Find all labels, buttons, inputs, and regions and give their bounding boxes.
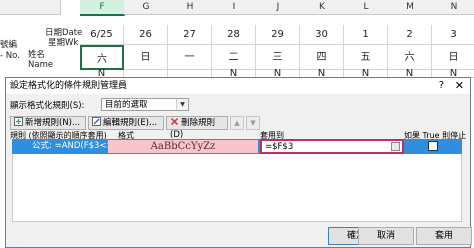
delete-rule-icon [170,117,179,126]
column-header-h[interactable]: H [168,0,213,15]
row-header-corner [0,0,61,15]
format-preview: AaBbCcYyZz [108,140,258,153]
new-rule-icon [14,117,23,126]
weekday-label: 星期Wk [48,38,79,48]
date-cell[interactable]: 30 [300,25,344,45]
new-rule-button[interactable]: 新增規則(N)... [10,116,86,130]
name-label-en: Name [28,60,54,70]
rule-row[interactable]: 公式: =AND(F$3<>... AaBbCcYyZz [12,139,462,154]
dialog-titlebar: 設定格式化的條件規則管理員 ? ✕ [6,78,470,94]
range-picker-icon[interactable] [391,142,400,151]
column-header-k[interactable]: K [300,0,345,15]
edit-rule-label: 編輯規則(E)... [103,118,158,128]
weekday-cell[interactable]: 二 [212,45,256,70]
column-header-g[interactable]: G [124,0,169,15]
weekday-cell[interactable]: 六 [80,45,124,70]
edit-rule-icon [92,117,101,126]
date-cell[interactable]: 28 [212,25,256,45]
apply-button[interactable]: 套用 [416,227,472,245]
column-header-i[interactable]: I [212,0,257,15]
new-rule-label: 新增規則(N)... [25,118,81,128]
move-down-button[interactable]: ▼ [246,116,260,130]
close-icon[interactable]: ✕ [455,78,464,94]
show-rules-label: 顯示格式化規則(S): [10,101,85,111]
help-icon[interactable]: ? [439,78,444,94]
chevron-down-icon: ▼ [176,99,188,110]
column-header-f[interactable]: F [80,0,125,16]
date-cell[interactable]: 6/25 [80,25,124,45]
name-label-zh: 姓名 [28,50,46,60]
date-cell[interactable]: 2 [388,25,432,45]
applies-to-field[interactable] [260,139,404,154]
show-rules-value: 目前的選取 [105,100,148,110]
cut-label-2: - No. [0,51,20,61]
dialog-title: 設定格式化的條件規則管理員 [10,81,128,91]
stop-if-true-checkbox[interactable] [428,141,438,151]
date-cell[interactable]: 29 [256,25,300,45]
rules-list-area [12,154,462,222]
weekday-cell[interactable]: 日 [432,45,474,70]
cut-label-1: 號編 [0,40,18,50]
conditional-format-rules-manager: 設定格式化的條件規則管理員 ? ✕ 顯示格式化規則(S): 目前的選取 ▼ 新增… [5,77,472,248]
column-header-l[interactable]: L [344,0,389,15]
weekday-cell[interactable]: 六 [388,45,432,70]
weekday-cell[interactable]: 三 [256,45,300,70]
edit-rule-button[interactable]: 編輯規則(E)... [88,116,164,130]
delete-rule-button[interactable]: 刪除規則(D) [166,116,228,140]
show-rules-dropdown[interactable]: 目前的選取 ▼ [101,98,189,111]
date-cell[interactable]: 27 [168,25,212,45]
column-header-n[interactable]: N [432,0,474,15]
date-cell[interactable]: 1 [344,25,388,45]
cancel-button[interactable]: 取消 [358,227,414,245]
weekday-cell[interactable]: 一 [168,45,212,70]
column-header-j[interactable]: J [256,0,301,15]
column-header-m[interactable]: M [388,0,433,15]
weekday-cell[interactable]: 日 [124,45,168,70]
date-cell[interactable]: 26 [124,25,168,45]
applies-to-input[interactable] [263,141,391,152]
move-up-button[interactable]: ▲ [230,116,244,130]
date-cell[interactable]: 3 [432,25,474,45]
date-label: 日期Date [45,28,83,38]
weekday-cell[interactable]: 五 [344,45,388,70]
weekday-cell[interactable]: 四 [300,45,344,70]
